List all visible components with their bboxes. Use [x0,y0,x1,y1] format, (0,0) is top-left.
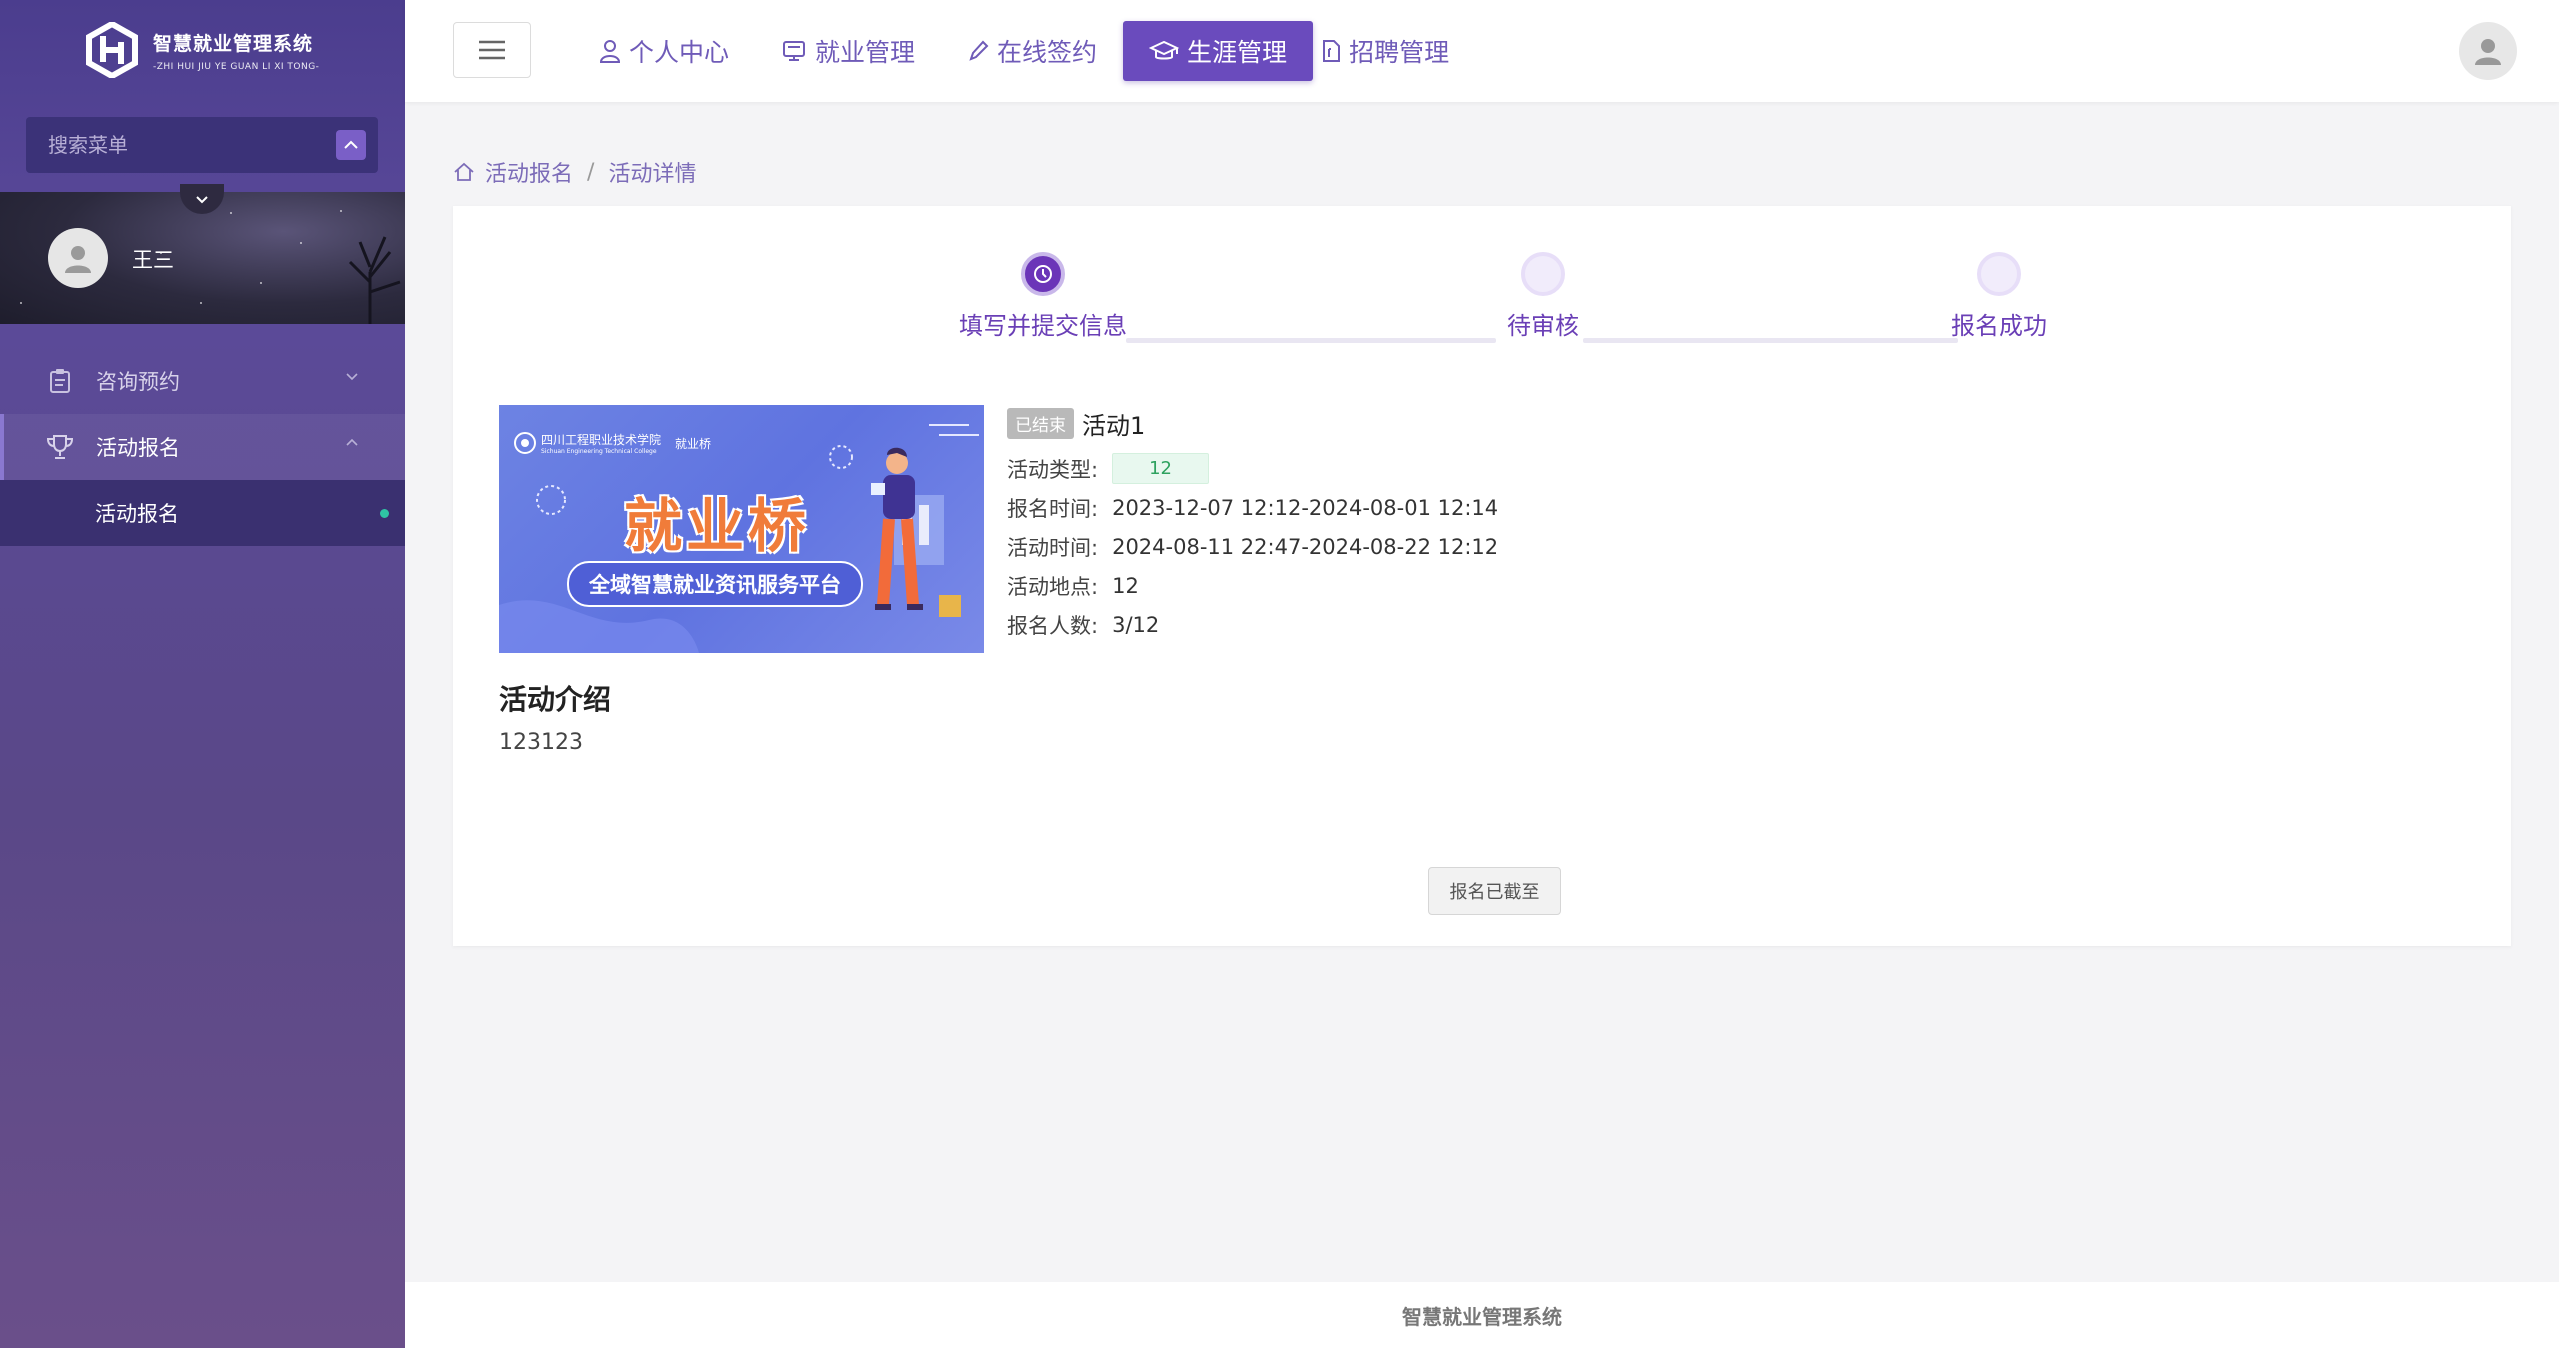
topbar: 个人中心 就业管理 在线签约 生涯管理 招聘管理 [405,0,2559,102]
location-value: 12 [1112,573,1139,598]
sidebar-item-label: 活动报名 [96,436,180,460]
step-label: 待审核 [1507,312,1579,340]
brand-logo-icon [86,22,138,78]
user-icon [599,40,621,63]
breadcrumb: 活动报名 / 活动详情 [453,156,696,188]
activity-detail-card: 填写并提交信息 待审核 报名成功 四川工程职业技术学院 Sichuan Engi… [453,206,2511,946]
banner-subtitle: 全域智慧就业资讯服务平台 [567,561,863,607]
sidebar-subitem-label: 活动报名 [95,502,179,526]
document-icon [1323,40,1341,62]
tab-personal-center[interactable]: 个人中心 [573,21,755,81]
location-label: 活动地点: [1007,574,1099,599]
menu-search-input[interactable] [48,133,308,157]
sidebar-item-label: 咨询预约 [96,370,180,394]
hamburger-icon [479,40,505,60]
step-status-icon [1977,252,2021,296]
step-pending-review: 待审核 [1473,252,1613,341]
chevron-down-icon [346,373,358,381]
school-emblem-icon [514,432,536,454]
brand-name: 智慧就业管理系统 [153,32,314,55]
step-connector [1126,338,1496,343]
header-avatar-button[interactable] [2459,22,2517,80]
chevron-up-icon [346,438,358,446]
step-signup-success: 报名成功 [1919,252,2079,341]
location-row: 活动地点: 12 [1007,566,1498,605]
pen-icon [969,40,989,61]
activity-intro-text: 123123 [499,730,583,755]
menu-toggle-button[interactable] [453,22,531,78]
sidebar-subitem-activity-signup[interactable]: 活动报名 [0,480,405,546]
home-icon[interactable] [453,162,475,182]
clipboard-icon [46,367,74,395]
signup-time-value: 2023-12-07 12:12-2024-08-01 12:14 [1112,495,1499,520]
top-nav: 个人中心 就业管理 在线签约 生涯管理 招聘管理 [573,21,1475,81]
banner-school-name: 四川工程职业技术学院 [541,433,662,447]
tab-label: 就业管理 [815,38,916,67]
sidebar-item-activity[interactable]: 活动报名 [0,414,405,480]
banner-school-en: Sichuan Engineering Technical College [541,448,657,455]
signup-count-label: 报名人数: [1007,613,1099,638]
activity-banner-image: 四川工程职业技术学院 Sichuan Engineering Technical… [499,405,984,653]
breadcrumb-separator: / [587,159,595,185]
activity-intro-title: 活动介绍 [499,683,612,716]
breadcrumb-home-link[interactable]: 活动报名 [485,156,573,188]
tab-career-management[interactable]: 生涯管理 [1123,21,1314,81]
activity-type-row: 活动类型: 12 [1007,449,1498,488]
user-avatar-icon [2475,39,2501,65]
tab-label: 生涯管理 [1187,38,1288,67]
step-connector [1583,338,1958,343]
signup-time-label: 报名时间: [1007,496,1099,521]
step-label: 报名成功 [1951,312,2047,340]
breadcrumb-current: 活动详情 [608,162,697,187]
banner-title: 就业桥 [624,492,811,560]
event-time-value: 2024-08-11 22:47-2024-08-22 12:12 [1112,534,1499,559]
trophy-icon [46,433,74,461]
tab-online-sign[interactable]: 在线签约 [941,21,1123,81]
sidebar-avatar [48,228,108,288]
tab-label: 招聘管理 [1349,38,1450,67]
step-submit-info: 填写并提交信息 [936,252,1150,341]
banner-school-logo: 四川工程职业技术学院 Sichuan Engineering Technical… [513,431,711,455]
signup-steps: 填写并提交信息 待审核 报名成功 [453,246,2511,346]
tab-recruitment[interactable]: 招聘管理 [1313,21,1475,81]
banner-brand-small: 就业桥 [675,436,712,451]
user-avatar-icon [65,246,91,273]
tab-employment[interactable]: 就业管理 [755,21,941,81]
step-label: 填写并提交信息 [959,312,1127,340]
tab-label: 个人中心 [629,38,730,67]
step-status-icon [1521,252,1565,296]
chevron-down-icon [196,195,208,203]
footer-text: 智慧就业管理系统 [1402,1304,1562,1329]
signup-time-row: 报名时间: 2023-12-07 12:12-2024-08-01 12:14 [1007,488,1498,527]
tab-label: 在线签约 [997,38,1098,67]
step-status-icon [1021,252,1065,296]
tree-silhouette-icon [348,236,401,324]
sidebar-item-consult[interactable]: 咨询预约 [0,348,405,414]
activity-info: 已结束 活动1 活动类型: 12 报名时间: 2023-12-07 12:12-… [1007,405,1498,644]
graduation-cap-icon [1149,40,1180,60]
activity-type-tag: 12 [1112,453,1209,484]
brand-subtitle: -ZHI HUI JIU YE GUAN LI XI TONG- [153,61,320,72]
search-collapse-button[interactable] [336,130,366,160]
brand: 智慧就业管理系统 -ZHI HUI JIU YE GUAN LI XI TONG… [85,22,319,78]
event-time-label: 活动时间: [1007,535,1099,560]
footer: 智慧就业管理系统 [405,1282,2559,1348]
status-badge: 已结束 [1007,407,1074,439]
active-indicator-dot [380,509,389,518]
signup-count-row: 报名人数: 3/12 [1007,605,1498,644]
signup-closed-button[interactable]: 报名已截至 [1428,867,1561,915]
event-time-row: 活动时间: 2024-08-11 22:47-2024-08-22 12:12 [1007,527,1498,566]
activity-name: 活动1 [1082,411,1146,440]
sidebar: 智慧就业管理系统 -ZHI HUI JIU YE GUAN LI XI TONG… [0,0,405,1348]
clock-icon [1034,265,1052,283]
briefcase-icon [783,41,806,61]
activity-type-label: 活动类型: [1007,457,1099,482]
sidebar-user-name: 王三 [132,248,174,272]
signup-count-value: 3/12 [1112,612,1160,637]
menu-search [26,117,378,173]
chevron-up-icon [344,140,358,149]
